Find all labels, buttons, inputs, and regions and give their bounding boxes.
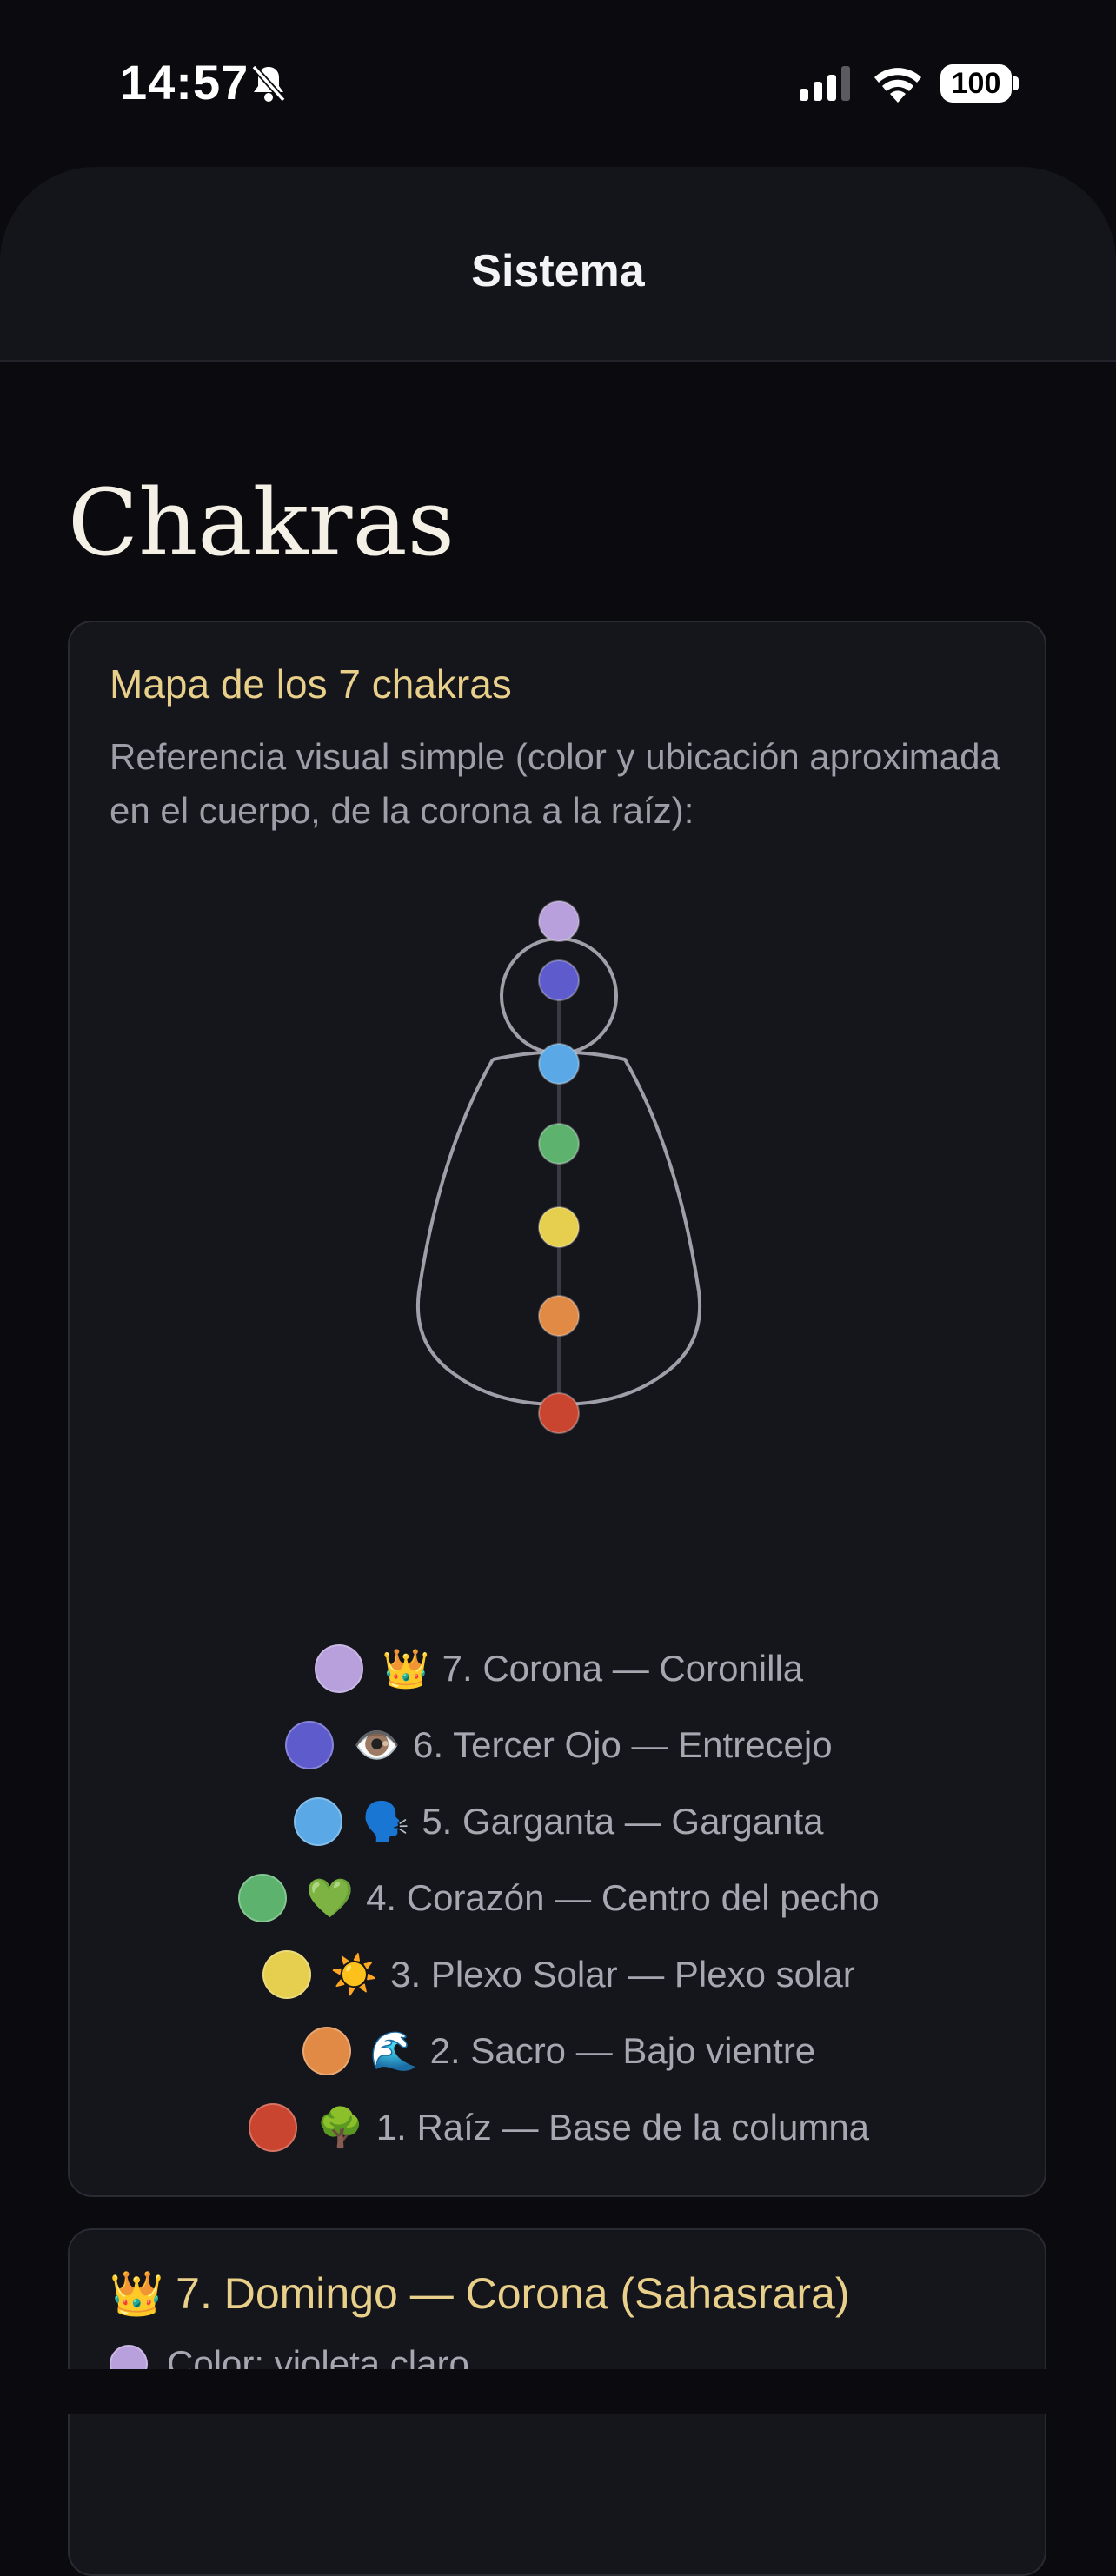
chakra-color-dot (285, 1721, 335, 1769)
chakra-dot (538, 1295, 580, 1337)
chakra-label: 6. Tercer Ojo — Entrecejo (413, 1724, 833, 1765)
card-description: Referencia visual simple (color y ubicac… (110, 736, 1000, 831)
chakra-map-card: Mapa de los 7 chakras Referencia visual … (68, 621, 1046, 2197)
chakra-label: 2. Sacro — Bajo vientre (429, 2030, 816, 2071)
chakra-dot (538, 1392, 580, 1434)
chakra-color-dot (248, 2103, 297, 2152)
chakra-label: 1. Raíz — Base de la columna (375, 2107, 870, 2148)
legend-item: 👑 7. Corona — Coronilla (70, 1630, 1048, 1707)
status-bar: 14:57 100 (0, 0, 1116, 165)
bell-slash-icon (250, 63, 287, 108)
chakra-color-dot (238, 1874, 288, 1922)
chakra-color-dot (294, 1797, 343, 1846)
chakra-label: 3. Plexo Solar — Plexo solar (390, 1954, 855, 1995)
chakra-dot (538, 959, 580, 1001)
wifi-icon (873, 64, 923, 107)
chakra-dot (538, 1043, 580, 1085)
chakra-emoji-icon: 🗣️ (362, 1801, 410, 1843)
legend-item: ☀️ 3. Plexo Solar — Plexo solar (70, 1936, 1048, 2013)
chakra-label: 5. Garganta — Garganta (422, 1801, 824, 1842)
chakra-emoji-icon: 💚 (306, 1877, 355, 1920)
day-card-title: 👑 7. Domingo — Corona (Sahasrara) (110, 2269, 850, 2318)
chakra-color-dot (314, 1644, 363, 1693)
chakra-label: 4. Corazón — Centro del pecho (366, 1877, 880, 1918)
body-outline (492, 1050, 701, 1292)
chakra-label: 7. Corona — Coronilla (442, 1648, 804, 1689)
chakra-body-diagram (416, 900, 701, 1434)
cellular-signal-icon (800, 66, 857, 105)
chakra-color-dot (302, 2027, 351, 2075)
legend-item: 👁️ 6. Tercer Ojo — Entrecejo (70, 1707, 1048, 1783)
battery-icon: 100 (940, 64, 1012, 103)
card-title: Mapa de los 7 chakras (110, 661, 512, 707)
chakra-color-dot (262, 1950, 312, 1999)
legend-item: 🌳 1. Raíz — Base de la columna (70, 2089, 1048, 2166)
legend-item: 🗣️ 5. Garganta — Garganta (70, 1783, 1048, 1860)
chakra-dot (538, 900, 580, 942)
page-title: Chakras (68, 469, 455, 576)
nav-header: Sistema (0, 167, 1116, 362)
status-time: 14:57 (120, 55, 249, 110)
legend-item: 🌊 2. Sacro — Bajo vientre (70, 2013, 1048, 2089)
chakra-emoji-icon: 👑 (382, 1648, 430, 1690)
chakra-dot (538, 1206, 580, 1248)
body-outline-left (417, 1059, 495, 1292)
chakra-emoji-icon: ☀️ (330, 1954, 379, 1996)
bottom-safe-area (0, 2369, 1116, 2414)
legend-item: 💚 4. Corazón — Centro del pecho (70, 1860, 1048, 1936)
chakra-emoji-icon: 🌊 (369, 2030, 418, 2073)
chakra-emoji-icon: 🌳 (316, 2107, 364, 2149)
chakra-emoji-icon: 👁️ (353, 1724, 402, 1767)
battery-nub (1013, 76, 1019, 90)
nav-title: Sistema (471, 246, 645, 296)
chakra-dot (538, 1123, 580, 1165)
chakra-legend: 👑 7. Corona — Coronilla 👁️ 6. Tercer Ojo — … (70, 1630, 1048, 2166)
